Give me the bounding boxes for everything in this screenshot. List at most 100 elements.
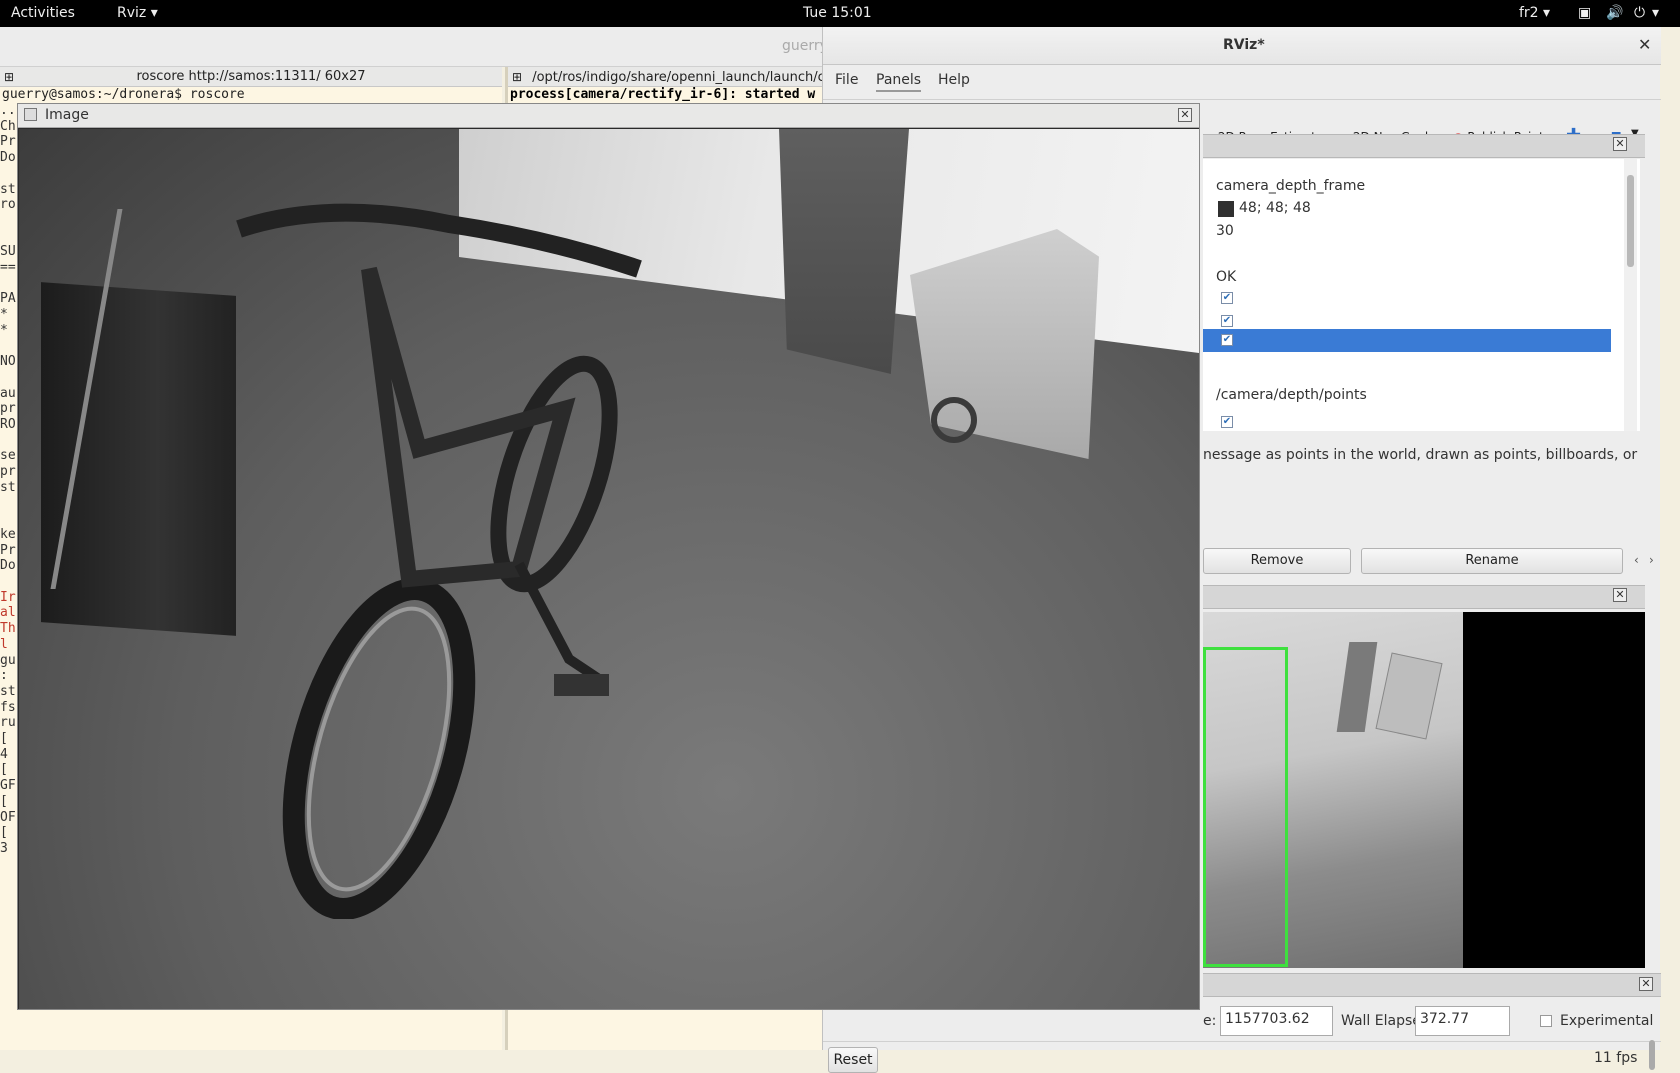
time-panel-header [1203, 973, 1661, 997]
displays-tree[interactable]: camera_depth_frame 48; 48; 48 30 OK ✔ ✔ … [1203, 159, 1640, 431]
topic-value[interactable]: /camera/depth/points [1216, 387, 1367, 403]
system-menu-arrow-icon[interactable]: ▾ [1652, 5, 1659, 21]
terminal-line: [ [0, 762, 8, 778]
app-menu[interactable]: Rviz ▾ [117, 5, 158, 21]
terminal-line: PA [0, 291, 16, 307]
terminal-line: NO [0, 354, 16, 370]
rviz-close-icon[interactable]: ✕ [1638, 35, 1651, 54]
display-checkbox[interactable]: ✔ [1221, 292, 1233, 304]
image-window-titlebar[interactable]: Image ✕ [18, 104, 1199, 128]
terminal-line: == [0, 260, 16, 275]
image-window-close-icon[interactable]: ✕ [1178, 108, 1192, 122]
camera-view[interactable] [1203, 612, 1645, 968]
toolbar-divider [823, 99, 1661, 100]
terminal-openni-title: /opt/ros/indigo/share/openni_launch/laun… [532, 70, 825, 85]
terminal-line: pr [0, 464, 16, 480]
bicycle-shape [236, 203, 642, 919]
top-bar: Activities Rviz ▾ Tue 15:01 fr2 ▾ ▣ 🔊 ⏻ … [0, 0, 1680, 27]
camera-image [19, 129, 1199, 1009]
background-window-header: guerry [0, 27, 828, 67]
door-shape [779, 129, 909, 374]
remove-button[interactable]: Remove [1203, 548, 1351, 574]
status-divider [823, 1041, 1661, 1042]
display-checkbox[interactable]: ✔ [1221, 334, 1233, 346]
terminal-menu-icon[interactable]: ⊞ [4, 67, 14, 87]
global-status-value: OK [1216, 269, 1237, 285]
fixed-frame-value[interactable]: camera_depth_frame [1216, 178, 1365, 194]
keyboard-layout[interactable]: fr2 ▾ [1519, 5, 1550, 21]
terminal-line: [ [0, 731, 8, 746]
reset-button[interactable]: Reset [828, 1047, 878, 1073]
activities-button[interactable]: Activities [11, 5, 75, 21]
experimental-checkbox[interactable] [1540, 1015, 1552, 1027]
power-icon[interactable]: ⏻ [1634, 5, 1645, 21]
box-logo-shape [931, 397, 977, 443]
background-color-swatch[interactable] [1218, 201, 1234, 217]
terminal-line: se [0, 448, 16, 464]
camera-panel-header [1203, 585, 1645, 609]
terminal-line: Do [0, 558, 16, 574]
terminal-line: au [0, 385, 16, 401]
terminal-line: ke [0, 526, 16, 542]
terminal-line: SU [0, 244, 16, 260]
terminal-line: .. [0, 103, 16, 118]
time-close-icon[interactable]: ✕ [1639, 977, 1653, 991]
scroll-right-icon[interactable]: › [1649, 553, 1654, 567]
scroll-left-icon[interactable]: ‹ [1634, 553, 1639, 567]
terminal-line: Do [0, 150, 16, 166]
terminal-line: st [0, 181, 16, 197]
terminal-line: * [0, 307, 8, 323]
terminal-roscore-titlebar[interactable]: ⊞ roscore http://samos:11311/ 60x27 [0, 67, 502, 87]
terminal-roscore-title: roscore http://samos:11311/ 60x27 [136, 69, 366, 84]
rviz-titlebar[interactable]: RViz* ✕ [823, 27, 1661, 65]
terminal-line: ru [0, 715, 16, 731]
terminal-line: * [0, 322, 8, 338]
menu-help[interactable]: Help [938, 72, 970, 88]
terminal-line: Ir [0, 589, 16, 605]
scrollbar-thumb[interactable] [1627, 175, 1634, 267]
image-window[interactable]: Image ✕ [17, 103, 1200, 1010]
terminal-line: l [0, 636, 8, 652]
rviz-title: RViz* [1223, 37, 1265, 53]
volume-icon[interactable]: 🔊 [1606, 5, 1623, 21]
terminal-line: 4 [0, 746, 8, 762]
frame-rate-value[interactable]: 30 [1216, 223, 1234, 239]
clock[interactable]: Tue 15:01 [803, 5, 872, 21]
display-checkbox[interactable]: ✔ [1221, 416, 1233, 428]
terminal-line: fs [0, 699, 16, 715]
image-window-icon [24, 108, 37, 121]
terminal-line: ro [0, 197, 16, 213]
wall-elapsed-field[interactable]: 372.77 [1415, 1006, 1510, 1036]
camera-close-icon[interactable]: ✕ [1613, 588, 1627, 602]
displays-close-icon[interactable]: ✕ [1613, 137, 1627, 151]
display-description: nessage as points in the world, drawn as… [1203, 447, 1638, 463]
terminal-line: gu [0, 652, 16, 668]
terminal-menu-icon[interactable]: ⊞ [512, 70, 522, 84]
terminal-line: pr [0, 401, 16, 417]
resize-handle[interactable] [1649, 1040, 1655, 1070]
ros-time-label: e: [1203, 1013, 1217, 1029]
terminal-openni-titlebar[interactable]: ⊞ /opt/ros/indigo/share/openni_launch/la… [508, 67, 825, 87]
menu-file[interactable]: File [835, 72, 858, 88]
terminal-line: Pr [0, 134, 16, 150]
selected-display-row[interactable]: ✔ [1203, 329, 1611, 352]
terminal-line: [ [0, 793, 8, 809]
rename-button[interactable]: Rename [1361, 548, 1623, 574]
displays-scrollbar[interactable] [1624, 159, 1637, 431]
fps-indicator: 11 fps [1594, 1050, 1638, 1066]
terminal-line: st [0, 683, 16, 699]
terminal-line: Ch [0, 118, 16, 134]
background-color-value[interactable]: 48; 48; 48 [1239, 200, 1311, 216]
terminal-line: Pr [0, 542, 16, 558]
terminal-line: Th [0, 621, 16, 637]
terminal-line: GF [0, 778, 16, 794]
network-icon[interactable]: ▣ [1578, 5, 1591, 21]
terminal-line: RO [0, 417, 16, 432]
display-checkbox[interactable]: ✔ [1221, 315, 1233, 327]
menu-panels[interactable]: Panels [876, 72, 922, 92]
terminal-line: : [0, 668, 8, 684]
terminal-line: OF [0, 809, 16, 825]
terminal-output-line: process[camera/rectify_ir-6]: started w [510, 87, 816, 102]
terminal-prompt: guerry@samos:~/dronera$ roscore [2, 87, 245, 102]
ros-time-field[interactable]: 1157703.62 [1220, 1006, 1333, 1036]
